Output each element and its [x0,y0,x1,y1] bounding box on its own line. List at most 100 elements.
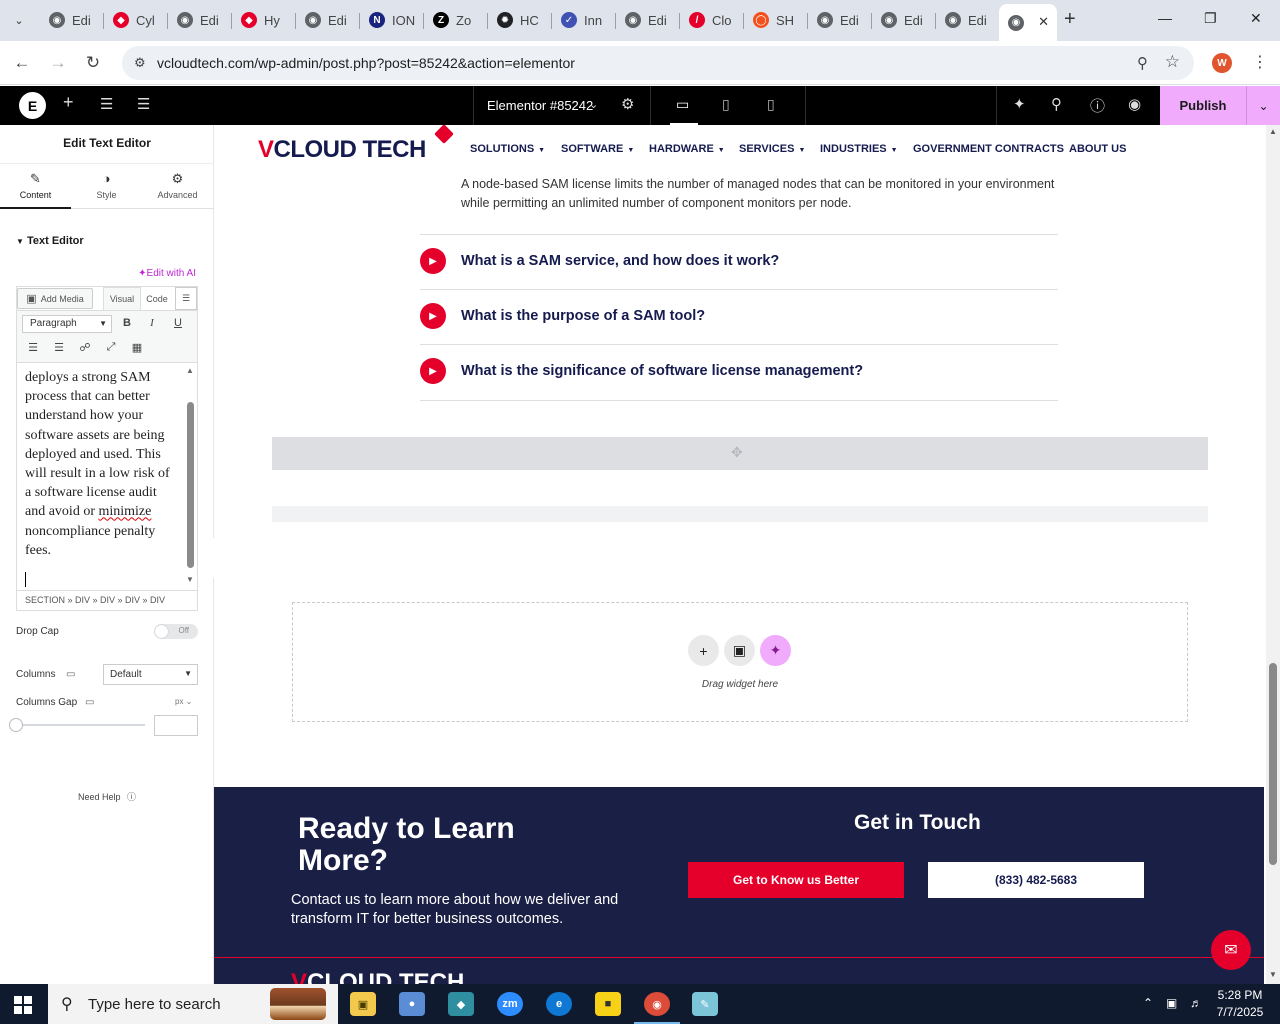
add-section-button[interactable]: + [688,635,719,666]
toolbar-toggle-icon[interactable]: ▦ [130,341,144,354]
browser-tab[interactable]: ◉ Edi [616,5,680,35]
visual-tab[interactable]: Visual [103,287,141,310]
help-icon[interactable]: ⓘ [1090,95,1105,116]
format-select[interactable]: Paragraph ▼ [22,315,112,333]
add-element-icon[interactable]: + [63,92,74,113]
browser-tab[interactable]: / Clo [680,5,744,35]
windows-start-button[interactable] [14,996,32,1014]
link-icon[interactable]: ☍ [78,341,92,354]
phone-button[interactable]: (833) 482-5683 [928,862,1144,898]
browser-tab[interactable]: ◉ Edi [808,5,872,35]
add-template-button[interactable]: ▣ [724,635,755,666]
scrollbar-thumb[interactable] [1269,663,1277,865]
mobile-icon[interactable]: ▯ [767,96,775,113]
tab-advanced[interactable]: ⚙ Advanced [142,164,213,209]
edge-icon[interactable]: e [546,992,572,1016]
new-tab-button[interactable]: + [1064,8,1076,31]
scrollbar-thumb[interactable] [187,402,194,568]
need-help-link[interactable]: Need Help ⓘ [0,790,214,803]
close-tab-icon[interactable]: ✕ [1038,14,1049,30]
nav-item[interactable]: INDUSTRIES ▼ [820,143,898,155]
bullet-list-icon[interactable]: ☰ [26,341,40,354]
search-icon[interactable]: ⚲ [1051,95,1062,113]
page-settings-gear-icon[interactable]: ⚙ [621,95,634,113]
nav-item[interactable]: SOLUTIONS ▼ [470,143,545,155]
browser-tab[interactable]: ◉ Edi [168,5,232,35]
nav-item[interactable]: SERVICES ▼ [739,143,805,155]
structure-layers-icon[interactable]: ☰ [137,95,150,113]
italic-icon[interactable]: I [145,317,159,329]
edit-with-ai-link[interactable]: ✦Edit with AI [138,268,196,279]
preview-eye-icon[interactable]: ◉ [1128,95,1141,113]
browser-tab[interactable]: ◯ SH [744,5,808,35]
move-handle-icon[interactable]: ✥ [731,444,743,461]
close-window-button[interactable]: ✕ [1250,10,1262,27]
browser-tab[interactable]: ◉ Edi [936,5,1000,35]
scroll-down-arrow-icon[interactable]: ▼ [186,575,194,584]
app-icon[interactable]: ◆ [448,992,474,1016]
file-explorer-icon[interactable]: ▣ [350,992,376,1016]
browser-tab[interactable]: ◉ Edi [296,5,360,35]
desktop-icon[interactable]: ▭ [66,669,75,680]
columns-gap-input[interactable] [154,715,198,736]
chevron-down-icon[interactable]: ⌄ [589,98,598,111]
taskbar-search-box[interactable]: ⚲ Type here to search [48,984,338,1024]
browser-tab[interactable]: ✓ Inn [552,5,616,35]
editor-content-area[interactable]: deploys a strong SAM process that can bet… [17,364,185,590]
profile-avatar[interactable]: W [1212,53,1232,73]
browser-tab[interactable]: N ION [360,5,424,35]
canvas-scrollbar[interactable]: ▲ ▼ [1266,125,1280,984]
nav-item[interactable]: ABOUT US [1069,143,1126,155]
drop-cap-toggle[interactable]: Off [154,624,198,639]
editor-scrollbar[interactable]: ▲ ▼ [185,364,197,590]
tab-content[interactable]: ✎ Content [0,164,71,209]
toolbar-toggle-icon[interactable]: ☰ [175,287,197,310]
volume-icon[interactable]: ♬ [1190,996,1202,1010]
faq-question[interactable]: ▶ What is a SAM service, and how does it… [420,246,1058,276]
get-to-know-us-button[interactable]: Get to Know us Better [688,862,904,898]
notes-icon[interactable]: ✦ [1013,95,1026,113]
empty-section[interactable] [272,506,1208,522]
site-settings-icon[interactable]: ☰ [100,95,113,113]
zoom-icon[interactable]: zm [497,992,523,1016]
tablet-icon[interactable]: ▯ [722,96,730,113]
slider-handle[interactable] [9,718,23,732]
code-tab[interactable]: Code [141,287,173,310]
desktop-icon[interactable]: ▭ [676,96,689,113]
scroll-up-arrow-icon[interactable]: ▲ [186,366,194,375]
desktop-icon[interactable]: ▭ [85,697,94,708]
url-text[interactable]: vcloudtech.com/wp-admin/post.php?post=85… [157,55,575,71]
minimize-window-button[interactable]: — [1158,10,1172,26]
publish-button[interactable]: Publish [1160,86,1246,125]
address-bar[interactable]: ⚙ vcloudtech.com/wp-admin/post.php?post=… [122,46,1194,80]
columns-select[interactable]: Default ▼ [103,664,198,685]
network-icon[interactable]: ▣ [1166,996,1177,1010]
numbered-list-icon[interactable]: ☰ [52,341,66,354]
browser-tab[interactable]: ✹ HC [488,5,552,35]
elementor-logo[interactable]: E [19,92,46,119]
underline-icon[interactable]: U [171,317,185,329]
bold-icon[interactable]: B [120,317,134,329]
section-toggle-text-editor[interactable]: ▼ Text Editor [16,235,84,247]
tab-style[interactable]: ◑ Style [71,164,142,209]
fullscreen-icon[interactable]: ⤢ [104,341,118,354]
nav-item[interactable]: GOVERNMENT CONTRACTS [913,143,1064,155]
browser-tab[interactable]: ◆ Hy [232,5,296,35]
show-hidden-icons-icon[interactable]: ⌃ [1143,996,1153,1010]
reload-button[interactable]: ↻ [82,53,104,73]
tab-search-button[interactable]: ⌄ [6,7,32,33]
unit-selector[interactable]: px ⌄ [175,697,192,706]
bookmark-star-icon[interactable]: ☆ [1165,52,1180,72]
empty-section[interactable]: ✥ [272,437,1208,470]
ai-generate-button[interactable]: ✦ [760,635,791,666]
paint-icon[interactable]: ● [399,992,425,1016]
notepad-icon[interactable]: ✎ [692,992,718,1016]
scroll-up-arrow-icon[interactable]: ▲ [1269,127,1277,136]
nav-item[interactable]: HARDWARE ▼ [649,143,725,155]
scroll-down-arrow-icon[interactable]: ▼ [1269,970,1277,979]
nav-item[interactable]: SOFTWARE ▼ [561,143,634,155]
add-media-button[interactable]: ▣ Add Media [17,288,93,309]
back-button[interactable]: ← [11,53,33,73]
chat-widget-button[interactable]: ✉ [1211,930,1251,970]
browser-tab[interactable]: ◉ ✕ [999,4,1057,41]
